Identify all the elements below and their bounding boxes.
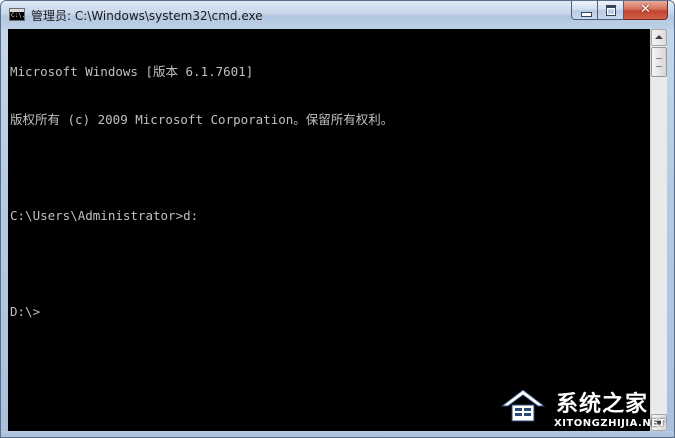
- close-button[interactable]: ✕: [624, 1, 668, 20]
- arrow-up-icon: [655, 35, 663, 39]
- watermark-url: XITONGZHIJIA.NET: [554, 418, 666, 429]
- title-bar[interactable]: C:\. 管理员: C:\Windows\system32\cmd.exe ✕: [1, 1, 674, 29]
- minimize-icon: [581, 12, 592, 17]
- close-icon: ✕: [640, 2, 651, 17]
- cmd-window: C:\. 管理员: C:\Windows\system32\cmd.exe ✕ …: [0, 0, 675, 438]
- console-line: 版权所有 (c) 2009 Microsoft Corporation。保留所有…: [10, 112, 394, 127]
- console-line: Microsoft Windows [版本 6.1.7601]: [10, 64, 254, 79]
- watermark-name: 系统之家: [556, 392, 649, 417]
- watermark: 系统之家 XITONGZHIJIA.NET: [490, 380, 675, 438]
- window-title: 管理员: C:\Windows\system32\cmd.exe: [31, 9, 263, 23]
- scroll-up-button[interactable]: [651, 29, 667, 46]
- console-prompt-line[interactable]: D:\>: [10, 304, 650, 320]
- maximize-button[interactable]: [598, 1, 624, 20]
- cmd-icon[interactable]: C:\.: [9, 8, 25, 21]
- maximize-icon: [606, 5, 616, 16]
- caption-buttons: ✕: [571, 1, 668, 21]
- vertical-scrollbar[interactable]: [650, 29, 667, 431]
- scrollbar-thumb[interactable]: [651, 47, 667, 77]
- minimize-button[interactable]: [571, 1, 598, 20]
- house-logo-icon: [500, 389, 546, 422]
- console-output[interactable]: Microsoft Windows [版本 6.1.7601] 版权所有 (c)…: [8, 29, 650, 431]
- cmd-icon-text: C:\.: [11, 12, 26, 19]
- console-line: C:\Users\Administrator>d:: [10, 208, 199, 223]
